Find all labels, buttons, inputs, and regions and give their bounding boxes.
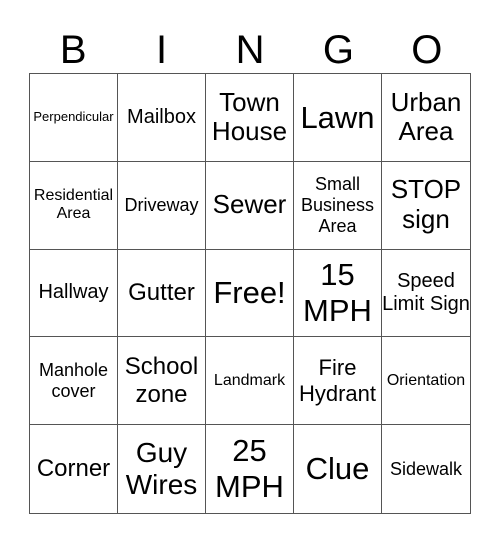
bingo-cell[interactable]: Sidewalk: [382, 425, 470, 513]
header-letter-b: B: [59, 28, 87, 72]
bingo-cell[interactable]: 15 MPH: [294, 249, 382, 338]
bingo-cell[interactable]: Perpendicular: [30, 74, 118, 162]
header-letter-g: G: [322, 28, 354, 72]
bingo-cell[interactable]: Guy Wires: [118, 425, 206, 513]
header-letter-i: I: [156, 28, 168, 72]
bingo-grid: Perpendicular Mailbox Town House Lawn Ur…: [29, 73, 471, 514]
bingo-cell[interactable]: Speed Limit Sign: [382, 250, 470, 338]
bingo-cell[interactable]: Residential Area: [30, 161, 118, 250]
bingo-cell[interactable]: Mailbox: [118, 74, 206, 162]
bingo-cell[interactable]: Driveway: [118, 161, 206, 250]
bingo-cell[interactable]: Sewer: [206, 161, 294, 250]
bingo-cell[interactable]: Hallway: [30, 249, 118, 338]
bingo-cell[interactable]: Small Business Area: [294, 161, 382, 250]
bingo-cell[interactable]: School zone: [118, 337, 206, 426]
bingo-cell[interactable]: Corner: [30, 425, 118, 513]
bingo-cell[interactable]: Clue: [294, 425, 382, 513]
bingo-cell[interactable]: Fire Hydrant: [294, 337, 382, 426]
bingo-header: B I N G O: [29, 28, 471, 72]
header-letter-n: N: [235, 28, 265, 72]
free-space-cell[interactable]: Free!: [206, 249, 294, 338]
bingo-cell[interactable]: Gutter: [118, 249, 206, 338]
bingo-cell[interactable]: Urban Area: [382, 74, 470, 162]
bingo-cell[interactable]: Landmark: [206, 337, 294, 426]
bingo-cell[interactable]: 25 MPH: [206, 425, 294, 513]
bingo-cell[interactable]: STOP sign: [382, 162, 470, 250]
header-letter-o: O: [411, 28, 443, 72]
bingo-cell[interactable]: Orientation: [382, 337, 470, 426]
bingo-cell[interactable]: Lawn: [294, 74, 382, 162]
bingo-cell[interactable]: Town House: [206, 74, 294, 162]
bingo-cell[interactable]: Manhole cover: [30, 337, 118, 426]
